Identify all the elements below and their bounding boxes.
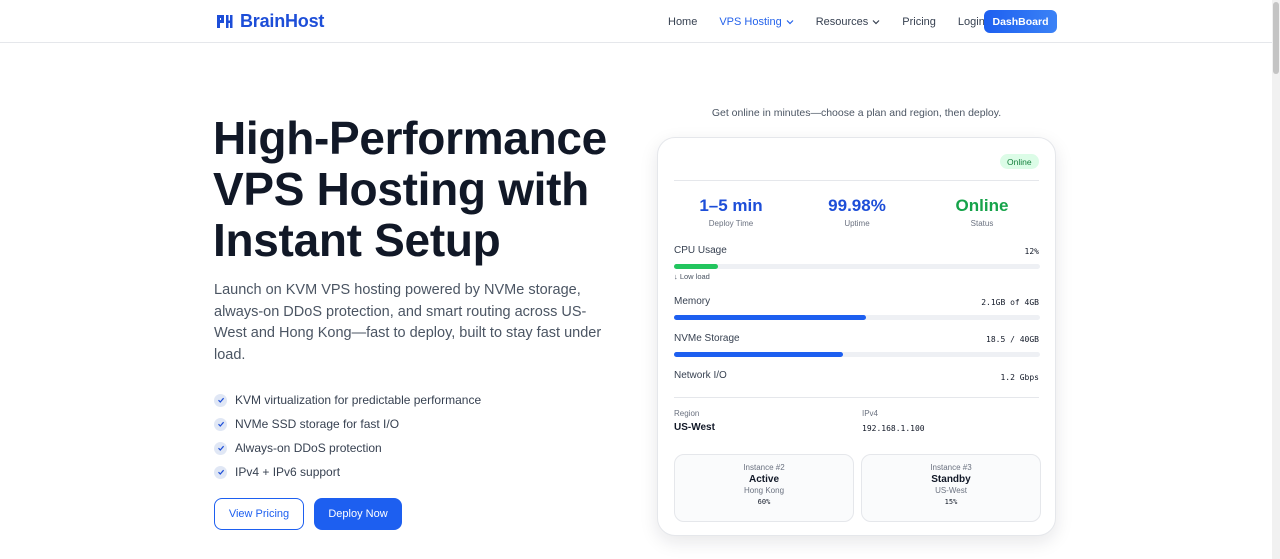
nav-label: Login xyxy=(957,15,985,28)
check-icon xyxy=(214,393,227,407)
nav-label: VPS Hosting xyxy=(719,15,782,28)
stat-value: 99.98% xyxy=(828,196,886,215)
nav-label: Pricing xyxy=(902,15,936,28)
stat-value: 1–5 min xyxy=(699,196,763,215)
cpu-usage-bar xyxy=(674,264,1040,269)
stat-deploy-time: 1–5 min Deploy Time xyxy=(676,196,786,228)
instance-status: Standby xyxy=(931,474,971,485)
brand-logo-icon xyxy=(217,15,233,28)
deploy-now-button[interactable]: Deploy Now xyxy=(314,498,402,530)
brand-name: BrainHost xyxy=(240,11,325,31)
region-value: US-West xyxy=(674,422,715,433)
status-badge: Online xyxy=(1000,154,1039,169)
ipv4-value: 192.168.1.100 xyxy=(862,424,925,433)
stat-status: Online Status xyxy=(927,196,1037,228)
divider xyxy=(674,397,1039,398)
chevron-down-icon xyxy=(872,19,880,24)
nav-item-vps-hosting[interactable]: VPS Hosting xyxy=(719,15,794,28)
page-scrollbar[interactable] xyxy=(1272,0,1280,559)
list-item: KVM virtualization for predictable perfo… xyxy=(214,388,481,412)
server-status-card: Online 1–5 min Deploy Time 99.98% Uptime… xyxy=(657,137,1056,536)
memory-value: 2.1GB of 4GB xyxy=(981,298,1039,307)
cpu-load-hint: ↓ Low load xyxy=(674,272,710,281)
dashboard-button[interactable]: DashBoard xyxy=(984,10,1057,33)
nav-item-login[interactable]: Login xyxy=(958,16,985,28)
memory-bar xyxy=(674,315,1040,320)
check-icon xyxy=(214,417,227,431)
instance-card[interactable]: Instance #2 Active Hong Kong 60% xyxy=(674,454,854,522)
ipv4-label: IPv4 xyxy=(862,409,879,418)
brand-logo[interactable]: BrainHost xyxy=(216,11,324,32)
instance-usage: 60% xyxy=(757,498,771,506)
memory-label: Memory xyxy=(674,296,711,307)
feature-list: KVM virtualization for predictable perfo… xyxy=(214,388,481,484)
feature-text: Always-on DDoS protection xyxy=(235,441,382,455)
nav-item-pricing[interactable]: Pricing xyxy=(902,16,936,28)
network-label: Network I/O xyxy=(674,370,727,381)
list-item: NVMe SSD storage for fast I/O xyxy=(214,412,481,436)
cpu-usage-fill xyxy=(674,264,718,269)
instance-number: Instance #2 xyxy=(743,463,785,472)
list-item: Always-on DDoS protection xyxy=(214,436,481,460)
hero-title: High-Performance VPS Hosting with Instan… xyxy=(213,112,607,266)
nav-item-home[interactable]: Home xyxy=(668,16,697,28)
view-pricing-button[interactable]: View Pricing xyxy=(214,498,304,530)
hero-subtitle: Launch on KVM VPS hosting powered by NVM… xyxy=(214,282,602,363)
instance-card[interactable]: Instance #3 Standby US-West 15% xyxy=(861,454,1041,522)
check-icon xyxy=(214,441,227,455)
cpu-usage-label: CPU Usage xyxy=(674,245,727,256)
nav-label: Home xyxy=(668,15,698,28)
feature-text: NVMe SSD storage for fast I/O xyxy=(235,417,400,431)
nav-label: Resources xyxy=(815,15,869,28)
storage-bar xyxy=(674,352,1040,357)
stat-label: Uptime xyxy=(844,219,870,228)
storage-label: NVMe Storage xyxy=(674,333,740,344)
check-icon xyxy=(214,465,227,479)
nav-item-resources[interactable]: Resources xyxy=(816,16,881,28)
chevron-down-icon xyxy=(786,19,794,24)
stat-uptime: 99.98% Uptime xyxy=(802,196,912,228)
storage-value: 18.5 / 40GB xyxy=(986,335,1039,344)
list-item: IPv4 + IPv6 support xyxy=(214,460,481,484)
stat-value: Online xyxy=(955,196,1009,215)
stat-label: Status xyxy=(970,219,994,228)
cpu-usage-value: 12% xyxy=(1024,247,1039,256)
main-nav: Home VPS Hosting Resources Pricing Login xyxy=(668,10,985,33)
storage-fill xyxy=(674,352,844,357)
instance-region: US-West xyxy=(935,486,967,495)
scrollbar-thumb[interactable] xyxy=(1273,2,1279,74)
region-label: Region xyxy=(674,409,700,418)
network-value: 1.2 Gbps xyxy=(1000,373,1039,382)
feature-text: KVM virtualization for predictable perfo… xyxy=(235,393,482,407)
feature-text: IPv4 + IPv6 support xyxy=(235,465,341,479)
site-header: BrainHost Home VPS Hosting Resources Pri… xyxy=(0,0,1272,43)
instance-status: Active xyxy=(748,474,779,485)
card-caption: Get online in minutes—choose a plan and … xyxy=(711,107,1002,119)
instance-region: Hong Kong xyxy=(743,486,785,495)
instance-usage: 15% xyxy=(944,498,958,506)
stat-label: Deploy Time xyxy=(708,219,754,228)
divider xyxy=(674,180,1039,181)
memory-fill xyxy=(674,315,867,320)
instance-number: Instance #3 xyxy=(930,463,972,472)
